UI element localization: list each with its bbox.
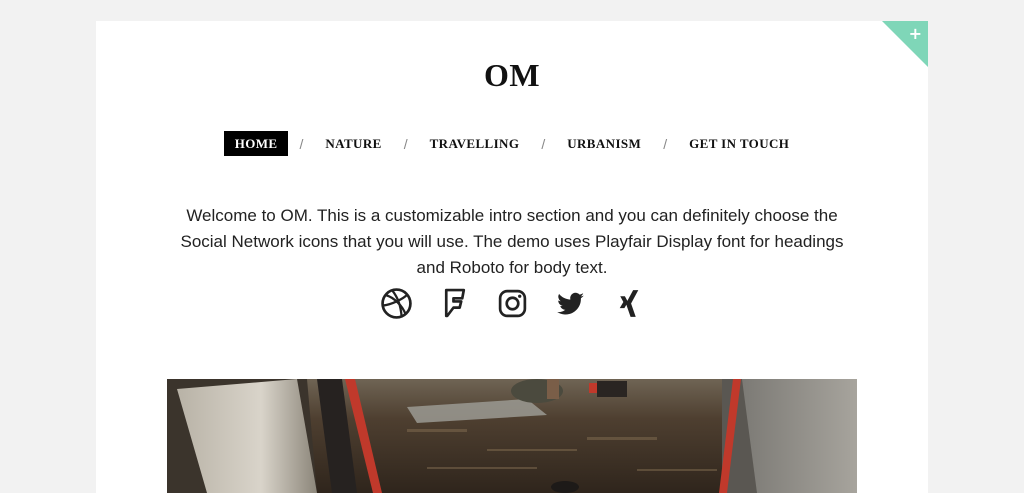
intro-text: Welcome to OM. This is a customizable in… bbox=[180, 206, 844, 277]
camping-tent-photo bbox=[167, 379, 857, 493]
social-icons bbox=[96, 287, 928, 320]
plus-icon[interactable]: + bbox=[909, 26, 922, 42]
nav-item-nature[interactable]: NATURE bbox=[314, 131, 392, 156]
twitter-icon[interactable] bbox=[554, 287, 587, 320]
dribbble-icon[interactable] bbox=[380, 287, 413, 320]
nav-item-urbanism[interactable]: URBANISM bbox=[556, 131, 652, 156]
nav-separator: / bbox=[541, 135, 546, 152]
nav-separator: / bbox=[299, 135, 304, 152]
site-title[interactable]: OM bbox=[96, 57, 928, 94]
nav-separator: / bbox=[663, 135, 668, 152]
foursquare-icon[interactable] bbox=[438, 287, 471, 320]
xing-icon[interactable] bbox=[612, 287, 645, 320]
nav-item-get-in-touch[interactable]: GET IN TOUCH bbox=[678, 131, 800, 156]
instagram-icon[interactable] bbox=[496, 287, 529, 320]
nav-separator: / bbox=[403, 135, 408, 152]
hero-image bbox=[167, 379, 857, 493]
nav-item-home[interactable]: HOME bbox=[223, 131, 289, 156]
page-card: + OM HOME / NATURE / TRAVELLING / URBANI… bbox=[96, 21, 928, 493]
nav-item-travelling[interactable]: TRAVELLING bbox=[419, 131, 531, 156]
main-nav: HOME / NATURE / TRAVELLING / URBANISM / … bbox=[96, 131, 928, 156]
